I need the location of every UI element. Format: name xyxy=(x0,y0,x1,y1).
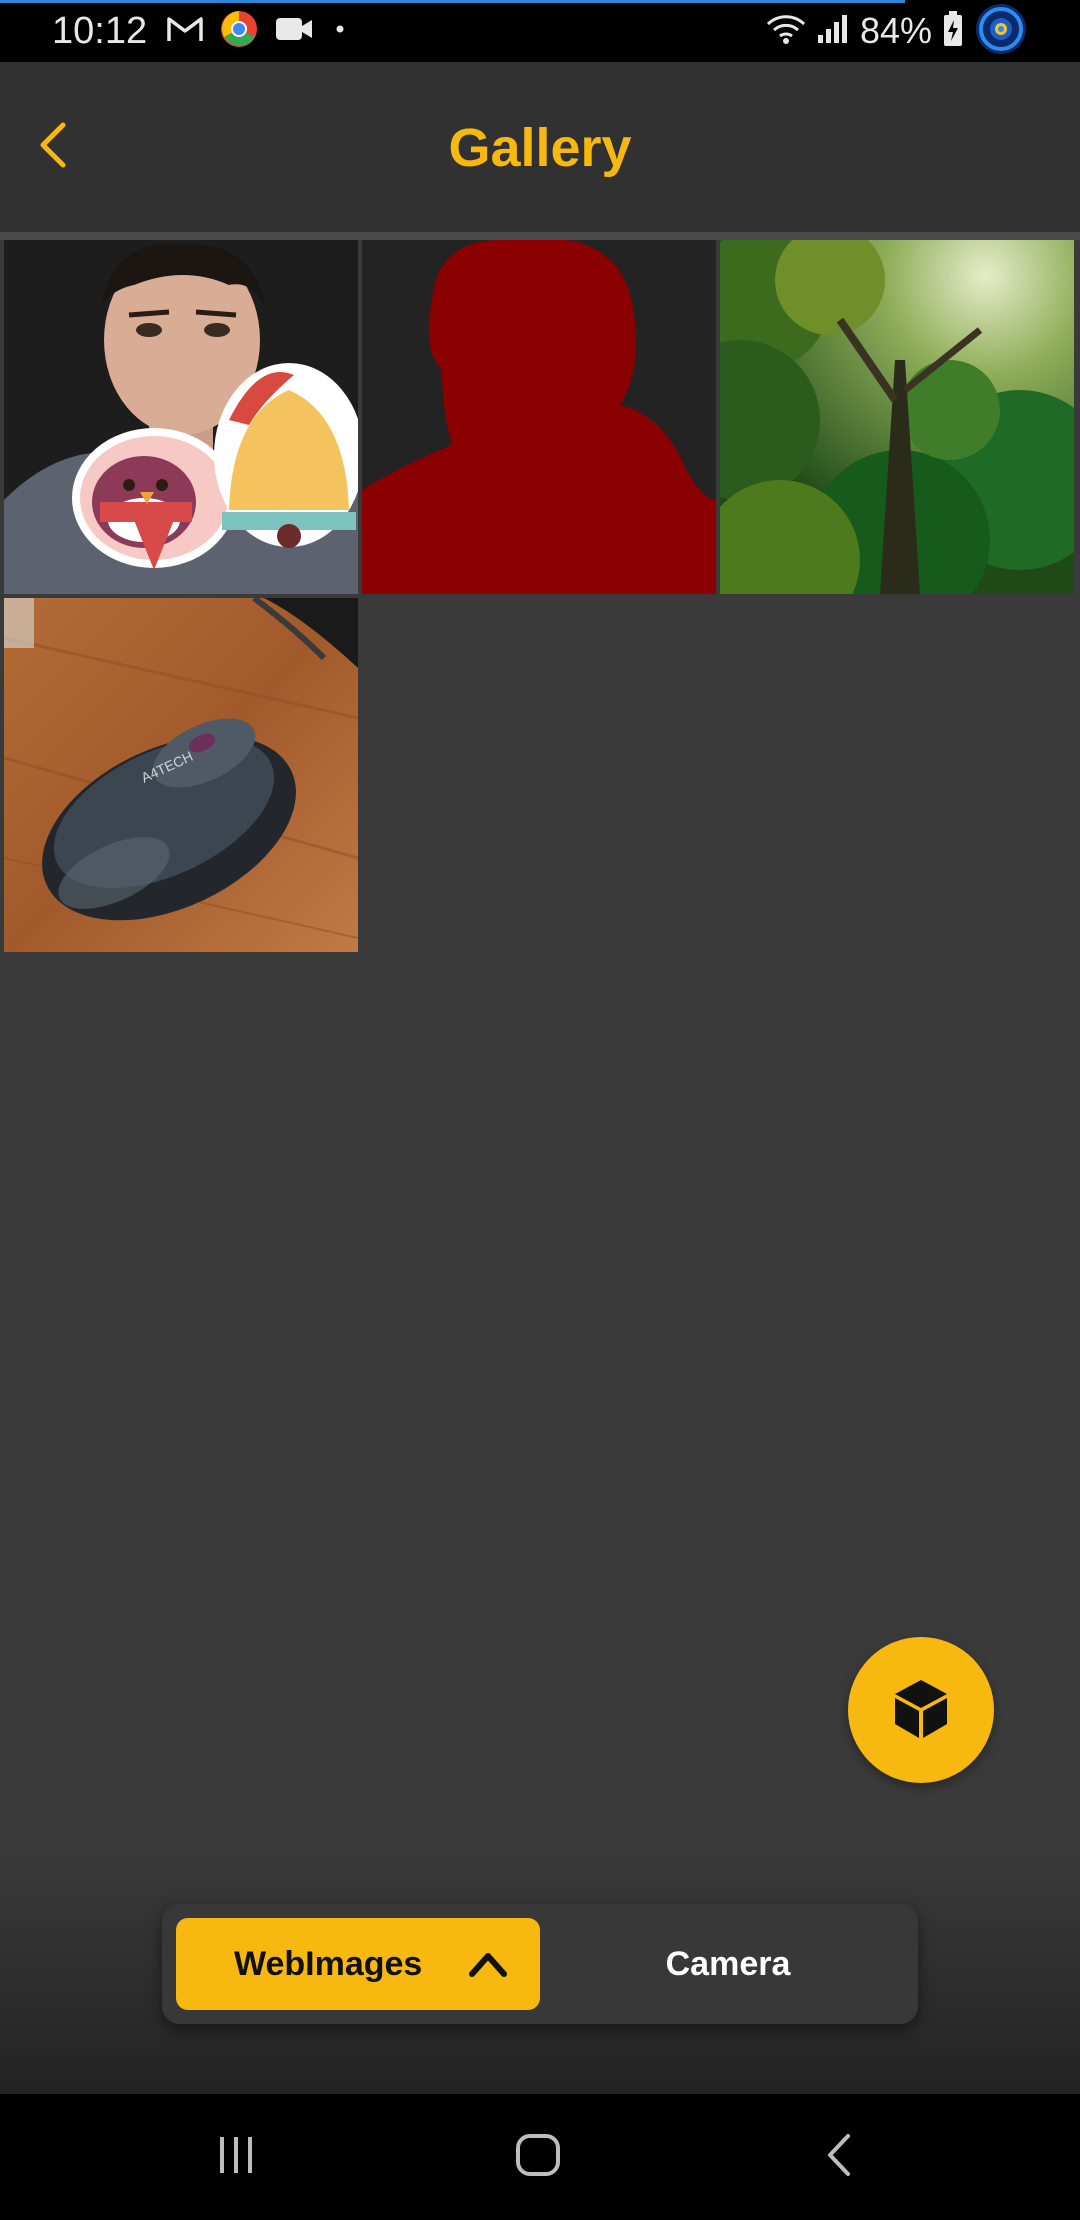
gallery-item-photo-man-with-stickers[interactable] xyxy=(4,240,358,594)
fab-3d-button[interactable] xyxy=(848,1637,994,1783)
status-bar: 10:12 84% xyxy=(0,0,1080,62)
system-status-icons: 84% xyxy=(766,3,1028,56)
home-button[interactable] xyxy=(498,2122,578,2192)
nav-back-button[interactable] xyxy=(800,2122,880,2192)
recents-button[interactable] xyxy=(196,2122,276,2192)
wifi-icon xyxy=(766,12,806,51)
battery-percent: 84% xyxy=(859,10,932,51)
status-time: 10:12 xyxy=(52,10,148,52)
chrome-icon xyxy=(220,10,258,53)
notification-icons xyxy=(166,10,350,53)
camera-label: Camera xyxy=(665,1944,791,1983)
webimages-label: WebImages xyxy=(234,1945,423,1983)
recorder-icon xyxy=(974,2,1028,61)
app-header: Gallery xyxy=(0,62,1080,232)
video-icon xyxy=(274,14,314,49)
signal-icon xyxy=(816,13,850,50)
gallery-screen: 10:12 84% Gallery A4TECH WebImages Camer… xyxy=(0,0,1080,2220)
webimages-button[interactable]: WebImages xyxy=(176,1918,540,2010)
gallery-item-photo-red-silhouette[interactable] xyxy=(362,240,716,594)
gallery-item-photo-computer-mouse[interactable]: A4TECH xyxy=(4,598,358,952)
gmail-icon xyxy=(166,15,204,48)
chevron-up-icon xyxy=(468,1946,508,1982)
camera-button[interactable]: Camera xyxy=(552,1918,904,2010)
source-switch: WebImages Camera xyxy=(162,1904,918,2024)
battery-icon xyxy=(942,10,964,53)
cube-icon xyxy=(889,1676,953,1745)
system-nav-bar xyxy=(0,2094,1080,2220)
page-title: Gallery xyxy=(448,118,632,178)
header-divider xyxy=(0,232,1080,240)
status-progress-line xyxy=(0,0,905,3)
home-icon xyxy=(514,2132,562,2183)
gallery-item-photo-forest[interactable] xyxy=(720,240,1074,594)
recents-icon xyxy=(214,2135,258,2180)
dot-icon xyxy=(330,19,350,44)
back-icon xyxy=(822,2132,858,2183)
